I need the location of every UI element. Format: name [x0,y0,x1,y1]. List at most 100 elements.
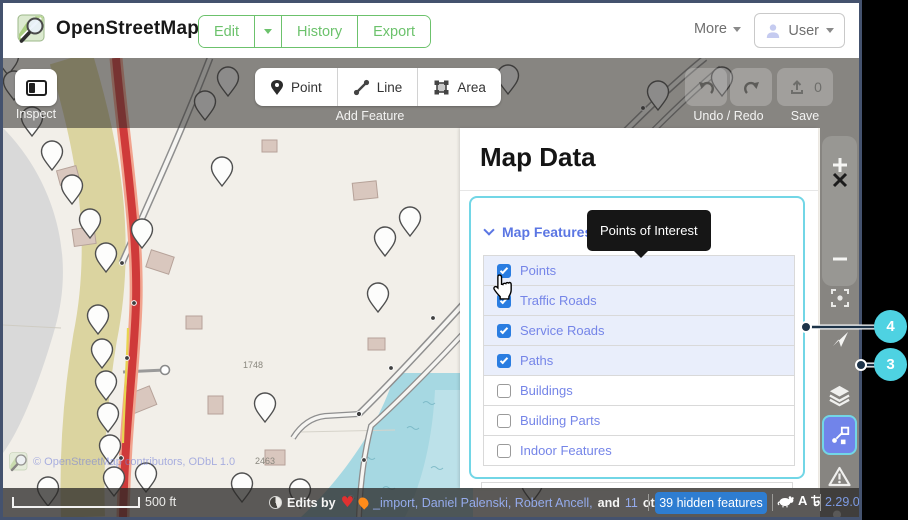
feature-checkbox[interactable] [497,354,511,368]
step-badge-4: 4 [874,310,907,343]
chevron-down-icon [483,224,494,235]
inspect-toggle-button[interactable] [15,69,57,106]
brand-name: OpenStreetMap [56,18,199,40]
history-button[interactable]: History [282,16,358,47]
hidden-features-button[interactable]: 39 hidden features [655,492,767,514]
version-link[interactable]: 2.29.0 [825,495,859,509]
zoom-out-button[interactable] [820,256,859,262]
map-data-icon [829,424,851,446]
divider [772,494,773,511]
panel-title: Map Data [480,142,596,173]
map-data-button[interactable] [822,415,857,455]
area-icon [433,79,450,96]
issues-button[interactable] [820,466,859,487]
translate-icon: A [798,493,807,508]
edit-toolbar: Inspect Point Line [3,58,859,128]
map-controls-rail: ? [820,128,859,517]
user-menu-button[interactable]: User [754,13,845,48]
site-header: OpenStreetMap Edit History Export More U… [3,3,859,58]
map-canvas[interactable]: 1748 2463 © OpenStreetMap contributors, … [3,58,859,517]
divider [648,494,649,511]
feature-row-paths[interactable]: Paths [483,345,795,376]
geolocate-button[interactable] [820,330,859,348]
edit-dropdown-caret[interactable] [255,16,282,47]
save-button[interactable]: 0 [777,68,833,106]
user-label: User [788,23,819,39]
warning-icon [828,466,851,487]
map-features-toggle[interactable]: Map Features [485,224,592,240]
tooltip: Points of Interest [587,210,711,251]
heart-icon: ♥ [341,495,354,510]
inspect-label: Inspect [3,107,69,121]
locate-arrow-icon [831,330,849,348]
others-count-link[interactable]: 11 [625,496,638,510]
add-line-button[interactable]: Line [338,68,419,106]
zoom-to-selection-button[interactable] [820,288,859,308]
layers-icon [828,384,851,407]
undo-redo-label: Undo / Redo [681,109,776,123]
openstreetmap-logo-icon [9,452,29,472]
undo-icon [697,79,716,96]
divider [820,494,821,511]
flame-icon [357,495,371,509]
upload-icon [788,78,806,96]
background-settings-button[interactable] [820,384,859,407]
caret-down-icon [264,29,272,34]
feature-label: Traffic Roads [520,293,597,308]
add-point-button[interactable]: Point [255,68,338,106]
save-count: 0 [814,79,822,95]
feature-checkbox[interactable] [497,444,511,458]
edits-by-label: Edits by [287,496,336,510]
screenshot-root: OpenStreetMap Edit History Export More U… [0,0,908,520]
redo-icon [742,79,761,96]
feature-label: Service Roads [520,323,605,338]
bug-rat-icon [777,494,795,508]
line-icon [353,79,370,96]
step-badge-3: 3 [874,348,907,381]
point-icon [270,79,284,96]
feature-row-indoor-features[interactable]: Indoor Features [483,435,795,466]
caret-down-icon [733,27,741,32]
feature-label: Points [520,263,556,278]
browser-window: OpenStreetMap Edit History Export More U… [0,0,862,520]
feature-label: Paths [520,353,553,368]
add-feature-group: Point Line [255,68,501,106]
nav-button-group: Edit History Export [198,15,431,48]
status-bar: 500 ft Edits by ♥ _import, Daniel Palens… [3,488,859,517]
feature-row-buildings[interactable]: Buildings [483,375,795,406]
export-button[interactable]: Export [358,16,430,47]
feature-label: Building Parts [520,413,600,428]
avatar-icon [765,23,781,39]
feature-row-building-parts[interactable]: Building Parts [483,405,795,436]
edits-attribution: Edits by ♥ _import, Daniel Palenski, Rob… [287,495,681,510]
caret-down-icon [826,28,834,33]
more-menu[interactable]: More [694,21,741,37]
add-feature-label: Add Feature [285,109,455,123]
add-area-button[interactable]: Area [418,68,501,106]
frame-icon [830,288,850,308]
contributor-links[interactable]: _import, Daniel Palenski, Robert Ancell, [373,496,593,510]
undo-button[interactable] [685,68,727,106]
brand[interactable]: OpenStreetMap [17,14,199,44]
feature-label: Buildings [520,383,573,398]
feature-row-service-roads[interactable]: Service Roads [483,315,795,346]
feature-checkbox[interactable] [497,324,511,338]
save-label: Save [775,109,835,123]
feature-row-traffic-roads[interactable]: Traffic Roads [483,285,795,316]
history-clock-icon [269,496,282,509]
feature-row-points[interactable]: Points [483,255,795,286]
divider [460,190,818,191]
map-cross-marker-icon [820,172,859,188]
sidebar-toggle-icon [26,80,47,96]
map-attribution: © OpenStreetMap contributors, ODbL 1.0 [9,452,235,472]
feature-checkbox[interactable] [497,414,511,428]
edit-button[interactable]: Edit [199,16,255,47]
redo-button[interactable] [730,68,772,106]
report-issue-links[interactable]: A [777,493,821,508]
house-number: 1748 [243,360,263,370]
feature-list: Points Traffic Roads Service Roads Paths Bui… [483,256,795,466]
house-number: 2463 [255,456,275,466]
feature-checkbox[interactable] [497,384,511,398]
scale-bar [12,497,140,508]
map-data-panel: Map Data Map Features Points Traffic Road… [460,128,818,488]
